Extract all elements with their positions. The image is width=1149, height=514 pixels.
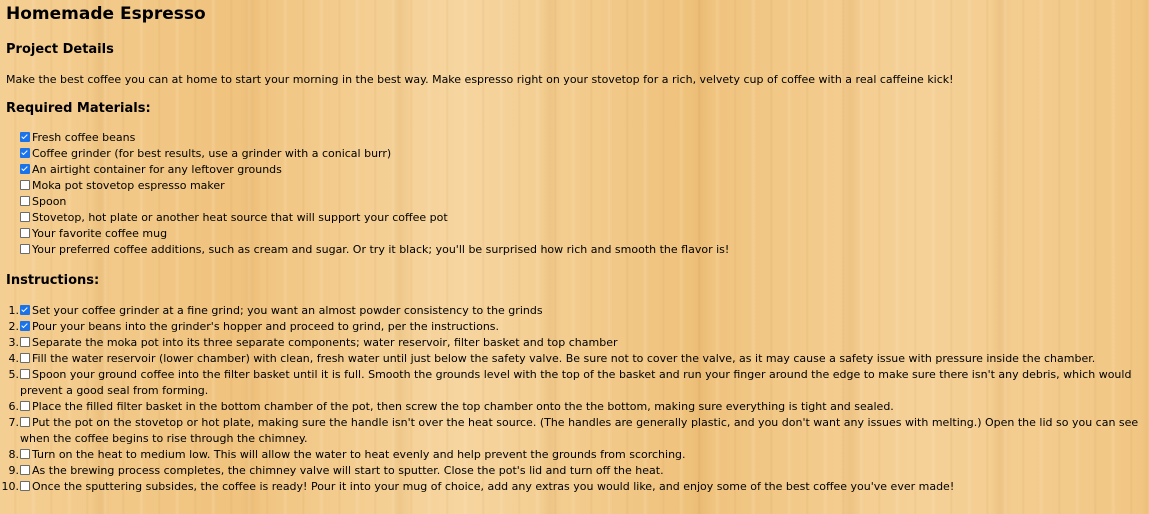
- step-label: Set your coffee grinder at a fine grind;…: [32, 304, 543, 317]
- instruction-step: 6. Place the filled filter basket in the …: [6, 399, 1143, 415]
- material-label: Spoon: [32, 195, 67, 208]
- project-details-heading: Project Details: [6, 42, 114, 57]
- material-label: Stovetop, hot plate or another heat sour…: [32, 211, 448, 224]
- step-number: 3.: [8, 336, 20, 349]
- step-checkbox[interactable]: [20, 449, 30, 459]
- material-checkbox[interactable]: [20, 180, 30, 190]
- step-label: Place the filled filter basket in the bo…: [32, 400, 894, 413]
- instructions-heading: Instructions:: [6, 273, 100, 288]
- step-label: As the brewing process completes, the ch…: [32, 464, 664, 477]
- material-checkbox[interactable]: [20, 132, 30, 142]
- step-number: 9.: [8, 464, 20, 477]
- step-number: 2.: [8, 320, 20, 333]
- step-number: 6.: [8, 400, 20, 413]
- step-label: Fill the water reservoir (lower chamber)…: [32, 352, 1096, 365]
- step-label: Once the sputtering subsides, the coffee…: [32, 480, 955, 493]
- step-number: 7.: [8, 416, 20, 429]
- instruction-step: 3. Separate the moka pot into its three s…: [6, 335, 1143, 351]
- material-item: Stovetop, hot plate or another heat sour…: [20, 210, 1143, 226]
- materials-heading: Required Materials:: [6, 101, 151, 116]
- materials-list: Fresh coffee beans Coffee grinder (for b…: [20, 130, 1143, 258]
- page: Homemade Espresso Project Details Make t…: [0, 0, 1149, 514]
- step-number: 5.: [8, 368, 20, 381]
- material-label: Moka pot stovetop espresso maker: [32, 179, 225, 192]
- step-checkbox[interactable]: [20, 465, 30, 475]
- instruction-step: 1. Set your coffee grinder at a fine grin…: [6, 303, 1143, 319]
- step-checkbox[interactable]: [20, 353, 30, 363]
- step-label: Turn on the heat to medium low. This wil…: [32, 448, 686, 461]
- step-checkbox[interactable]: [20, 369, 30, 379]
- instruction-step: 2. Pour your beans into the grinder's hop…: [6, 319, 1143, 335]
- material-label: Coffee grinder (for best results, use a …: [32, 147, 392, 160]
- material-item: Spoon: [20, 194, 1143, 210]
- instructions-list: 1. Set your coffee grinder at a fine grin…: [2, 303, 1143, 495]
- step-checkbox[interactable]: [20, 481, 30, 491]
- material-item: Moka pot stovetop espresso maker: [20, 178, 1143, 194]
- material-checkbox[interactable]: [20, 164, 30, 174]
- material-label: Your favorite coffee mug: [32, 227, 168, 240]
- page-title: Homemade Espresso: [6, 4, 206, 24]
- project-description: Make the best coffee you can at home to …: [6, 73, 954, 86]
- step-checkbox[interactable]: [20, 321, 30, 331]
- instruction-step: 4. Fill the water reservoir (lower chambe…: [6, 351, 1143, 367]
- instruction-step: 8. Turn on the heat to medium low. This w…: [6, 447, 1143, 463]
- material-checkbox[interactable]: [20, 148, 30, 158]
- material-checkbox[interactable]: [20, 196, 30, 206]
- step-number: 10.: [1, 480, 20, 493]
- material-label: Fresh coffee beans: [32, 131, 136, 144]
- step-number: 1.: [8, 304, 20, 317]
- step-checkbox[interactable]: [20, 417, 30, 427]
- step-label: Put the pot on the stovetop or hot plate…: [20, 416, 1139, 445]
- instruction-step: 10. Once the sputtering subsides, the cof…: [2, 479, 1143, 495]
- instruction-step: 5. Spoon your ground coffee into the filt…: [6, 367, 1143, 399]
- instruction-step: 7. Put the pot on the stovetop or hot pla…: [6, 415, 1143, 447]
- material-item: Fresh coffee beans: [20, 130, 1143, 146]
- material-label: An airtight container for any leftover g…: [32, 163, 282, 176]
- material-checkbox[interactable]: [20, 228, 30, 238]
- step-checkbox[interactable]: [20, 305, 30, 315]
- material-label: Your preferred coffee additions, such as…: [32, 243, 730, 256]
- step-checkbox[interactable]: [20, 401, 30, 411]
- step-checkbox[interactable]: [20, 337, 30, 347]
- material-item: Your preferred coffee additions, such as…: [20, 242, 1143, 258]
- instruction-step: 9. As the brewing process completes, the …: [6, 463, 1143, 479]
- material-checkbox[interactable]: [20, 244, 30, 254]
- material-checkbox[interactable]: [20, 212, 30, 222]
- material-item: An airtight container for any leftover g…: [20, 162, 1143, 178]
- material-item: Your favorite coffee mug: [20, 226, 1143, 242]
- step-number: 4.: [8, 352, 20, 365]
- step-number: 8.: [8, 448, 20, 461]
- material-item: Coffee grinder (for best results, use a …: [20, 146, 1143, 162]
- step-label: Separate the moka pot into its three sep…: [32, 336, 618, 349]
- step-label: Pour your beans into the grinder's hoppe…: [32, 320, 500, 333]
- step-label: Spoon your ground coffee into the filter…: [20, 368, 1132, 397]
